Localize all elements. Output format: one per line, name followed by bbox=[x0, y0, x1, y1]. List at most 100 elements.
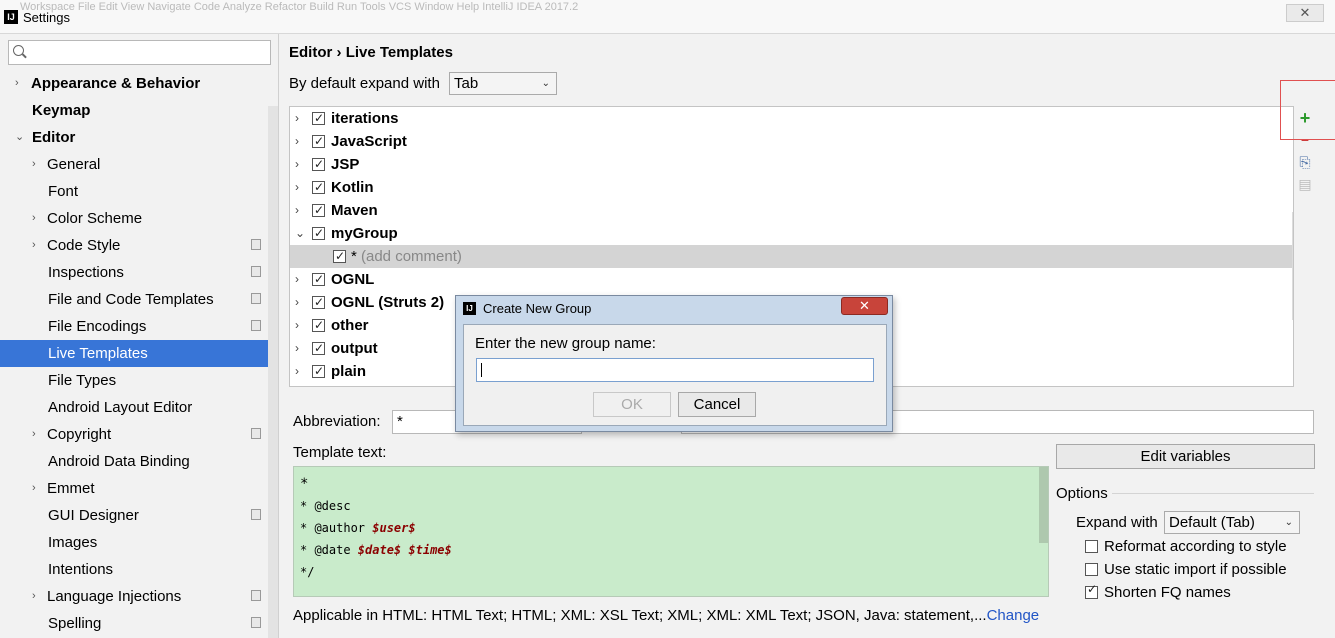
chevron-right-icon[interactable]: › bbox=[32, 205, 36, 232]
template-checkbox[interactable] bbox=[312, 107, 325, 130]
close-window-button[interactable]: ✕ bbox=[1286, 4, 1324, 22]
template-checkbox[interactable] bbox=[333, 245, 346, 268]
sidebar-item-language-injections[interactable]: › Language Injections bbox=[0, 583, 278, 610]
template-name: other bbox=[331, 317, 369, 334]
template-variable: $time$ bbox=[408, 543, 452, 557]
chevron-right-icon[interactable]: › bbox=[32, 421, 36, 448]
sidebar-item-appearance-behavior[interactable]: › Appearance & Behavior bbox=[0, 70, 278, 97]
chevron-right-icon[interactable]: › bbox=[295, 268, 299, 291]
sidebar-item-android-data-binding[interactable]: Android Data Binding bbox=[0, 448, 278, 475]
chevron-right-icon[interactable]: › bbox=[295, 291, 299, 314]
template-variable: $user$ bbox=[372, 521, 416, 535]
chevron-right-icon[interactable]: › bbox=[295, 337, 299, 360]
template-group-row[interactable]: ⌄ myGroup bbox=[290, 222, 1293, 245]
template-text-editor[interactable]: * * @desc * @author $user$ * @date $date$ $… bbox=[293, 466, 1049, 597]
sidebar-item-emmet[interactable]: › Emmet bbox=[0, 475, 278, 502]
template-name: output bbox=[331, 340, 378, 357]
sidebar-item-live-templates[interactable]: Live Templates bbox=[0, 340, 278, 367]
template-name: JavaScript bbox=[331, 133, 407, 150]
sidebar-item-general[interactable]: › General bbox=[0, 151, 278, 178]
project-scope-icon bbox=[251, 239, 261, 250]
template-checkbox[interactable] bbox=[312, 130, 325, 153]
chevron-right-icon[interactable]: › bbox=[32, 475, 36, 502]
sidebar-item-color-scheme[interactable]: › Color Scheme bbox=[0, 205, 278, 232]
chevron-right-icon[interactable]: › bbox=[32, 583, 36, 610]
template-group-row[interactable]: › Maven bbox=[290, 199, 1293, 222]
chevron-right-icon[interactable]: › bbox=[32, 151, 36, 178]
copy-icon[interactable]: ⎘ bbox=[1295, 152, 1315, 172]
chevron-right-icon[interactable]: › bbox=[15, 70, 19, 97]
template-group-row[interactable]: › iterations bbox=[290, 107, 1293, 130]
list-scrollbar[interactable] bbox=[1292, 212, 1293, 320]
chevron-right-icon[interactable]: › bbox=[295, 314, 299, 337]
chevron-right-icon[interactable]: › bbox=[295, 130, 299, 153]
chevron-right-icon[interactable]: › bbox=[32, 232, 36, 259]
sidebar-item-editor[interactable]: ⌄ Editor bbox=[0, 124, 278, 151]
shorten-fq-checkbox[interactable] bbox=[1085, 582, 1098, 599]
sidebar-item-file-and-code-templates[interactable]: File and Code Templates bbox=[0, 286, 278, 313]
template-row[interactable]: *(add comment) bbox=[290, 245, 1293, 268]
template-checkbox[interactable] bbox=[312, 360, 325, 383]
static-import-checkbox[interactable] bbox=[1085, 563, 1098, 576]
template-checkbox[interactable] bbox=[312, 291, 325, 314]
sidebar-item-gui-designer[interactable]: GUI Designer bbox=[0, 502, 278, 529]
sidebar-item-label: Android Layout Editor bbox=[48, 399, 193, 416]
template-checkbox[interactable] bbox=[312, 153, 325, 176]
chevron-right-icon[interactable]: › bbox=[295, 176, 299, 199]
chevron-down-icon[interactable]: ⌄ bbox=[15, 124, 24, 151]
sidebar-item-images[interactable]: Images bbox=[0, 529, 278, 556]
project-scope-icon bbox=[251, 320, 261, 331]
breadcrumb-parent: Editor bbox=[289, 44, 333, 61]
chevron-down-icon[interactable]: ⌄ bbox=[295, 222, 305, 245]
chevron-right-icon[interactable]: › bbox=[295, 360, 299, 383]
template-text-label: Template text: bbox=[293, 444, 387, 461]
change-contexts-link[interactable]: Change bbox=[987, 607, 1040, 624]
template-group-row[interactable]: › JSP bbox=[290, 153, 1293, 176]
breadcrumb-current: Live Templates bbox=[345, 44, 453, 61]
template-name: myGroup bbox=[331, 225, 398, 242]
template-checkbox[interactable] bbox=[312, 314, 325, 337]
template-checkbox[interactable] bbox=[312, 199, 325, 222]
template-group-row[interactable]: › JavaScript bbox=[290, 130, 1293, 153]
paste-icon[interactable]: ▤ bbox=[1295, 174, 1315, 194]
sidebar-item-file-encodings[interactable]: File Encodings bbox=[0, 313, 278, 340]
chevron-down-icon: ⌄ bbox=[541, 78, 550, 89]
template-group-row[interactable]: › OGNL bbox=[290, 268, 1293, 291]
sidebar-item-label: Keymap bbox=[32, 102, 91, 119]
sidebar-item-code-style[interactable]: › Code Style bbox=[0, 232, 278, 259]
edit-variables-button[interactable]: Edit variables bbox=[1056, 444, 1315, 469]
chevron-right-icon[interactable]: › bbox=[295, 199, 299, 222]
remove-icon[interactable]: − bbox=[1295, 130, 1315, 150]
sidebar-item-label: Language Injections bbox=[47, 588, 182, 605]
template-checkbox[interactable] bbox=[312, 337, 325, 360]
sidebar-item-label: GUI Designer bbox=[48, 507, 139, 524]
sidebar-item-spelling[interactable]: Spelling bbox=[0, 610, 278, 637]
intellij-icon: IJ bbox=[463, 302, 476, 315]
template-checkbox[interactable] bbox=[312, 176, 325, 199]
chevron-right-icon[interactable]: › bbox=[295, 107, 299, 130]
template-checkbox[interactable] bbox=[312, 268, 325, 291]
search-input[interactable] bbox=[8, 40, 271, 65]
cancel-button[interactable]: Cancel bbox=[678, 392, 756, 417]
template-name: Kotlin bbox=[331, 179, 374, 196]
dialog-close-button[interactable]: ✕ bbox=[841, 297, 888, 315]
sidebar-item-intentions[interactable]: Intentions bbox=[0, 556, 278, 583]
sidebar-item-keymap[interactable]: Keymap bbox=[0, 97, 278, 124]
sidebar-item-copyright[interactable]: › Copyright bbox=[0, 421, 278, 448]
sidebar-item-font[interactable]: Font bbox=[0, 178, 278, 205]
add-icon[interactable]: + bbox=[1295, 108, 1315, 128]
template-checkbox[interactable] bbox=[312, 222, 325, 245]
options-expand-select[interactable]: Default (Tab) ⌄ bbox=[1164, 511, 1300, 534]
sidebar-item-inspections[interactable]: Inspections bbox=[0, 259, 278, 286]
group-name-input[interactable] bbox=[476, 358, 874, 382]
template-line: * @desc bbox=[300, 495, 1042, 517]
expand-with-select[interactable]: Tab ⌄ bbox=[449, 72, 557, 95]
sidebar-scrollbar[interactable] bbox=[268, 106, 278, 638]
ok-button[interactable]: OK bbox=[593, 392, 671, 417]
reformat-checkbox[interactable] bbox=[1085, 540, 1098, 553]
editor-scrollbar[interactable] bbox=[1039, 467, 1048, 543]
sidebar-item-file-types[interactable]: File Types bbox=[0, 367, 278, 394]
sidebar-item-android-layout-editor[interactable]: Android Layout Editor bbox=[0, 394, 278, 421]
template-group-row[interactable]: › Kotlin bbox=[290, 176, 1293, 199]
chevron-right-icon[interactable]: › bbox=[295, 153, 299, 176]
